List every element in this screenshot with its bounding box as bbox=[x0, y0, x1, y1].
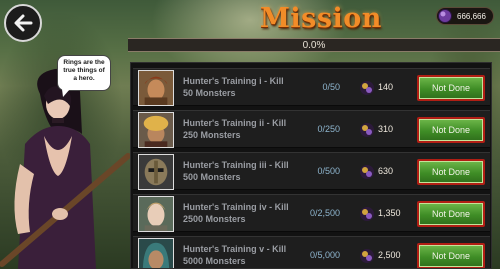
helmet-portrait-icon bbox=[138, 154, 174, 190]
mission-row[interactable]: Hunter's Training i - Kill 50 Monsters 0… bbox=[133, 68, 490, 106]
back-button[interactable] bbox=[4, 4, 42, 42]
currency-display[interactable]: 666,666 bbox=[436, 7, 494, 25]
mission-reward: 2,500 bbox=[378, 250, 401, 260]
gem-icon bbox=[360, 165, 374, 179]
mission-reward: 1,350 bbox=[378, 208, 401, 218]
gem-icon bbox=[360, 249, 374, 263]
mission-row[interactable]: Hunter's Training ii - Kill 250 Monsters… bbox=[133, 110, 490, 148]
currency-value: 666,666 bbox=[457, 11, 486, 21]
mission-row[interactable]: Hunter's Training iii - Kill 500 Monster… bbox=[133, 152, 490, 190]
mission-progress: 0/50 bbox=[322, 82, 340, 92]
mission-progress-bar: 0.0% bbox=[128, 38, 500, 52]
gem-icon bbox=[360, 81, 374, 95]
mission-progress: 0/500 bbox=[317, 166, 340, 176]
warrior-portrait-icon bbox=[138, 70, 174, 106]
not-done-button[interactable]: Not Done bbox=[417, 201, 485, 227]
mission-reward: 630 bbox=[378, 166, 394, 176]
mission-name: Hunter's Training v - Kill 5000 Monsters bbox=[183, 244, 287, 266]
page-title: Mission bbox=[260, 3, 382, 34]
mission-name: Hunter's Training ii - Kill 250 Monsters bbox=[183, 118, 287, 140]
not-done-button[interactable]: Not Done bbox=[417, 243, 485, 268]
mission-name: Hunter's Training iii - Kill 500 Monster… bbox=[183, 160, 289, 182]
mission-progress: 0/250 bbox=[317, 124, 340, 134]
turban-portrait-icon bbox=[138, 112, 174, 148]
npc-speech-bubble: Rings are the true things of a hero. bbox=[57, 55, 111, 91]
mission-progress: 0/2,500 bbox=[309, 208, 340, 218]
mission-name: Hunter's Training i - Kill 50 Monsters bbox=[183, 76, 284, 98]
mission-reward: 140 bbox=[378, 82, 394, 92]
elf-portrait-icon bbox=[138, 196, 174, 232]
not-done-button[interactable]: Not Done bbox=[417, 117, 485, 143]
mission-progress: 0/5,000 bbox=[309, 250, 340, 260]
mission-row[interactable]: Hunter's Training iv - Kill 2500 Monster… bbox=[133, 194, 490, 232]
not-done-button[interactable]: Not Done bbox=[417, 75, 485, 101]
progress-text: 0.0% bbox=[302, 40, 326, 51]
gem-icon bbox=[438, 9, 452, 23]
speech-bubble-tail bbox=[62, 89, 70, 97]
gem-icon bbox=[360, 207, 374, 221]
mission-reward: 310 bbox=[378, 124, 394, 134]
hooded-portrait-icon bbox=[138, 238, 174, 268]
mission-row[interactable]: Hunter's Training v - Kill 5000 Monsters… bbox=[133, 236, 490, 268]
mission-name: Hunter's Training iv - Kill 2500 Monster… bbox=[183, 202, 289, 224]
mission-list[interactable]: Hunter's Training i - Kill 50 Monsters 0… bbox=[130, 62, 492, 269]
not-done-button[interactable]: Not Done bbox=[417, 159, 485, 185]
gem-icon bbox=[360, 123, 374, 137]
arrow-left-icon bbox=[14, 14, 33, 32]
